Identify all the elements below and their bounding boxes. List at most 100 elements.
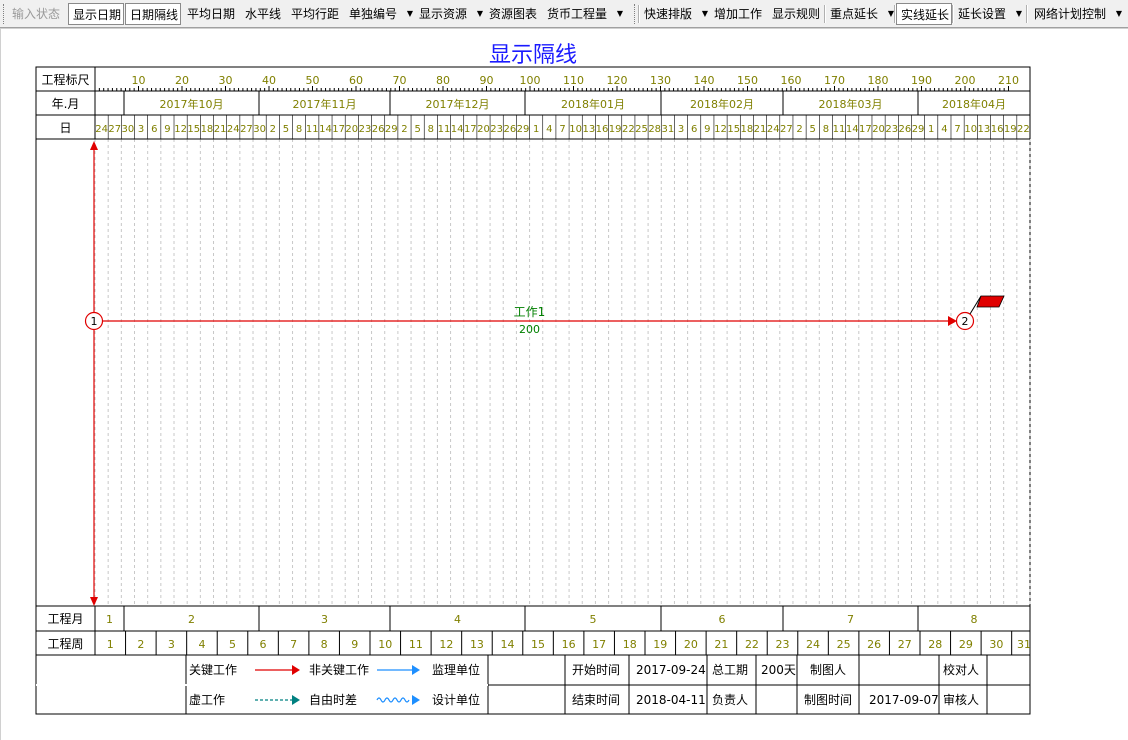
- project-week-label: 8: [321, 638, 328, 651]
- day-row-label: 日: [59, 121, 71, 135]
- project-week-label: 22: [745, 638, 759, 651]
- project-week-label: 30: [989, 638, 1003, 651]
- day-label: 19: [609, 124, 622, 135]
- day-label: 9: [164, 124, 170, 135]
- day-label: 27: [240, 124, 253, 135]
- day-label: 7: [559, 124, 565, 135]
- project-week-label: 10: [378, 638, 392, 651]
- project-week-label: 17: [592, 638, 606, 651]
- day-label: 18: [201, 124, 214, 135]
- day-label: 29: [517, 124, 530, 135]
- day-label: 12: [174, 124, 187, 135]
- project-month-label: 8: [971, 613, 978, 626]
- day-label: 3: [138, 124, 144, 135]
- day-label: 8: [428, 124, 434, 135]
- project-week-label: 16: [562, 638, 576, 651]
- activity-arrowhead: [948, 316, 957, 326]
- legend-draw-time-value: 2017-09-07: [869, 693, 939, 707]
- legend-drawer-label: 制图人: [810, 663, 847, 677]
- day-label: 20: [345, 124, 358, 135]
- project-month-label: 6: [719, 613, 726, 626]
- day-label: 6: [151, 124, 157, 135]
- day-label: 21: [754, 124, 767, 135]
- day-label: 7: [954, 124, 960, 135]
- day-label: 27: [780, 124, 793, 135]
- day-label: 22: [1017, 124, 1030, 135]
- scale-tick-label: 10: [132, 74, 146, 87]
- scale-tick-label: 180: [868, 74, 889, 87]
- day-label: 1: [928, 124, 934, 135]
- legend-table: 关键工作 非关键工作 监理单位 开始时间 2017-09-24 总工期 200天…: [36, 655, 1030, 715]
- day-label: 11: [306, 124, 319, 135]
- timeline-up-arrow: [90, 141, 98, 150]
- day-label: 12: [714, 124, 727, 135]
- day-label: 14: [319, 124, 332, 135]
- day-label: 28: [648, 124, 661, 135]
- project-week-label: 23: [776, 638, 790, 651]
- project-week-label: 19: [653, 638, 667, 651]
- legend-draw-time-label: 制图时间: [804, 693, 853, 707]
- day-label: 17: [859, 124, 872, 135]
- scale-tick-label: 140: [694, 74, 715, 87]
- project-week-label: 11: [409, 638, 423, 651]
- network-schedule-chart: 工程标尺年.月日工程月工程周10 20 30 40 50 60 70 80 90 100 110 12…: [35, 66, 1031, 715]
- day-label: 16: [991, 124, 1004, 135]
- day-label: 15: [727, 124, 740, 135]
- day-label: 20: [872, 124, 885, 135]
- day-label: 8: [823, 124, 829, 135]
- day-label: 4: [546, 124, 552, 135]
- project-month-label: 1: [106, 613, 113, 626]
- legend-supervisor-label: 监理单位: [432, 663, 481, 677]
- day-label: 11: [833, 124, 846, 135]
- scale-tick-label: 170: [824, 74, 845, 87]
- scale-tick-label: 40: [262, 74, 276, 87]
- day-label: 13: [582, 124, 595, 135]
- legend-end-time-value: 2018-04-11: [636, 693, 706, 707]
- day-label: 4: [941, 124, 947, 135]
- project-week-label: 7: [290, 638, 297, 651]
- project-week-label: 24: [806, 638, 820, 651]
- scale-tick-label: 50: [306, 74, 320, 87]
- network-node-label: 2: [962, 315, 969, 328]
- scale-tick-label: 150: [737, 74, 758, 87]
- activity-name-label: 工作1: [514, 305, 546, 319]
- project-month-label: 7: [847, 613, 854, 626]
- chart-frame: [35, 66, 1031, 715]
- activity-duration-label: 200: [519, 323, 540, 336]
- day-label: 19: [1004, 124, 1017, 135]
- legend-total-duration-value: 200天: [761, 663, 796, 677]
- day-label: 11: [438, 124, 451, 135]
- day-label: 30: [122, 124, 135, 135]
- project-week-label: 27: [898, 638, 912, 651]
- project-month-row-label: 工程月: [47, 611, 83, 626]
- scale-row-label: 工程标尺: [41, 72, 89, 87]
- project-week-label: 14: [501, 638, 515, 651]
- day-label: 5: [283, 124, 289, 135]
- legend-free-float-label: 自由时差: [309, 693, 358, 707]
- legend-proofreader-label: 校对人: [943, 663, 980, 677]
- day-label: 23: [490, 124, 503, 135]
- month-label: 2017年11月: [293, 97, 357, 111]
- legend-responsible-label: 负责人: [712, 693, 749, 707]
- day-label: 26: [503, 124, 516, 135]
- scale-tick-label: 90: [480, 74, 494, 87]
- project-week-label: 1: [107, 638, 114, 651]
- legend-start-time-label: 开始时间: [572, 663, 621, 677]
- legend-total-duration-label: 总工期: [712, 663, 749, 677]
- day-label: 10: [964, 124, 977, 135]
- day-label: 29: [385, 124, 398, 135]
- month-label: 2018年03月: [819, 97, 883, 111]
- scale-tick-label: 70: [393, 74, 407, 87]
- day-label: 27: [108, 124, 121, 135]
- project-week-label: 18: [623, 638, 637, 651]
- legend-start-time-value: 2017-09-24: [636, 663, 706, 677]
- scale-tick-label: 110: [563, 74, 584, 87]
- project-week-row-label: 工程周: [47, 636, 83, 651]
- day-label: 21: [214, 124, 227, 135]
- day-label: 20: [477, 124, 490, 135]
- project-week-label: 26: [867, 638, 881, 651]
- day-label: 14: [846, 124, 859, 135]
- day-label: 24: [95, 124, 108, 135]
- project-week-label: 6: [260, 638, 267, 651]
- project-week-label: 13: [470, 638, 484, 651]
